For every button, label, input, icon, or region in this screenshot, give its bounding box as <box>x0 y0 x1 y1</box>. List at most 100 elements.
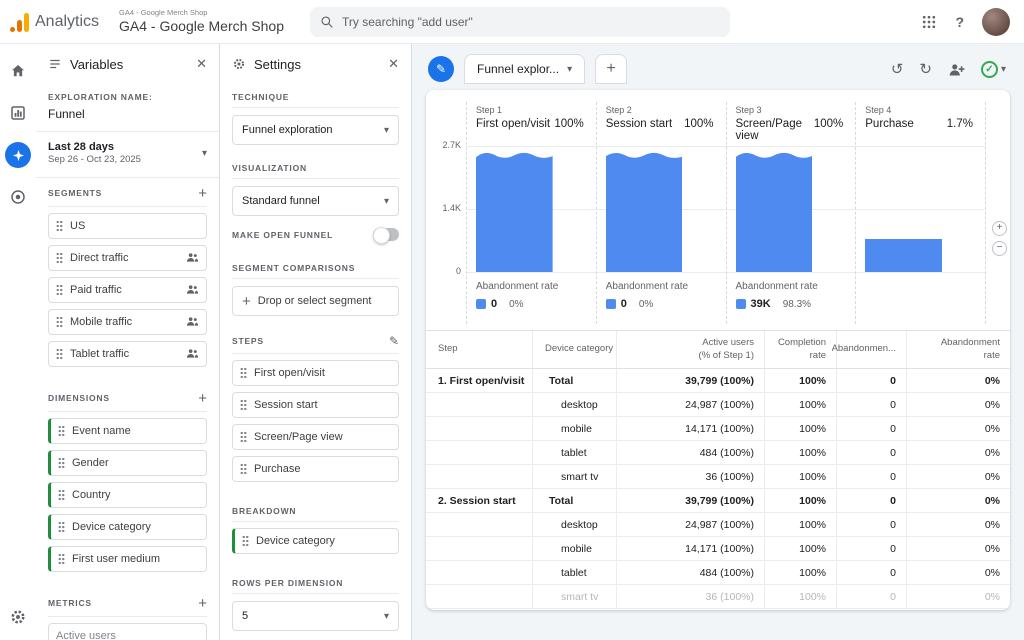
step-item[interactable]: Session start <box>232 392 399 418</box>
add-segment-icon[interactable]: + <box>198 186 207 201</box>
step-item[interactable]: First open/visit <box>232 360 399 386</box>
help-icon[interactable]: ? <box>955 14 964 30</box>
segment-item[interactable]: Direct traffic <box>48 245 207 271</box>
cell-users: 14,171 (100%) <box>616 417 764 440</box>
funnel-chart: 2.7K 1.4K 0 Step 1 First open/visit100% <box>426 90 1010 324</box>
drag-handle-icon[interactable] <box>58 489 65 501</box>
segment-item[interactable]: Mobile traffic <box>48 309 207 335</box>
cell-abandonments: 0 <box>836 441 906 464</box>
undo-icon[interactable]: ↺ <box>891 60 904 78</box>
drag-handle-icon[interactable] <box>56 316 63 328</box>
cell-abandonment-rate: 0% <box>906 465 1010 488</box>
rows-per-dimension-select[interactable]: 5 ▾ <box>232 601 399 631</box>
cell-step <box>426 441 532 464</box>
drag-handle-icon[interactable] <box>240 399 247 411</box>
legend-swatch <box>736 299 746 309</box>
date-range-selector[interactable]: Last 28 days Sep 26 - Oct 23, 2025 ▾ <box>48 140 207 167</box>
drag-handle-icon[interactable] <box>240 367 247 379</box>
dimension-item[interactable]: Country <box>48 482 207 508</box>
segment-label: Paid traffic <box>70 284 122 296</box>
step-number: Step 3 <box>736 102 856 115</box>
search-bar[interactable] <box>310 7 730 37</box>
tab-label: Funnel explor... <box>477 62 559 76</box>
drag-handle-icon[interactable] <box>58 521 65 533</box>
analytics-logo-icon <box>10 12 29 32</box>
search-input[interactable] <box>342 15 720 29</box>
user-avatar[interactable] <box>982 8 1010 36</box>
dimension-item[interactable]: Gender <box>48 450 207 476</box>
explore-icon[interactable] <box>5 142 31 168</box>
segment-item[interactable]: US <box>48 213 207 239</box>
step-name: First open/visit <box>476 118 550 130</box>
step-number: Step 4 <box>865 102 985 115</box>
segments-label: SEGMENTS <box>48 188 102 198</box>
dimension-item[interactable]: Event name <box>48 418 207 444</box>
drag-handle-icon[interactable] <box>240 463 247 475</box>
step-item[interactable]: Purchase <box>232 456 399 482</box>
drag-handle-icon[interactable] <box>56 220 63 232</box>
step-item[interactable]: Screen/Page view <box>232 424 399 450</box>
share-user-icon[interactable] <box>948 62 965 77</box>
cell-users: 39,799 (100%) <box>616 489 764 512</box>
drag-handle-icon[interactable] <box>58 553 65 565</box>
add-tab-button[interactable]: + <box>595 54 627 84</box>
advertising-icon[interactable] <box>5 184 31 210</box>
dimension-item[interactable]: Device category <box>48 514 207 540</box>
drag-handle-icon[interactable] <box>56 284 63 296</box>
drag-handle-icon[interactable] <box>240 431 247 443</box>
segment-item[interactable]: Paid traffic <box>48 277 207 303</box>
technique-select[interactable]: Funnel exploration ▾ <box>232 115 399 145</box>
drag-handle-icon[interactable] <box>58 457 65 469</box>
exploration-name-value[interactable]: Funnel <box>48 107 207 121</box>
segment-drop-target[interactable]: + Drop or select segment <box>232 286 399 316</box>
visualization-label: VISUALIZATION <box>232 163 307 173</box>
property-selector[interactable]: GA4 - Google Merch Shop GA4 - Google Mer… <box>119 9 284 34</box>
exploration-name-label: EXPLORATION NAME: <box>48 92 207 102</box>
variables-title: Variables <box>70 57 123 72</box>
cell-abandonment-rate: 0% <box>906 513 1010 536</box>
redo-icon[interactable]: ↻ <box>919 60 932 78</box>
dimension-item[interactable]: First user medium <box>48 546 207 572</box>
zoom-out-button[interactable]: − <box>992 241 1007 256</box>
drag-handle-icon[interactable] <box>56 252 63 264</box>
add-metric-icon[interactable]: + <box>198 596 207 611</box>
abandonment-pct: 98.3% <box>783 299 811 310</box>
visualization-select[interactable]: Standard funnel ▾ <box>232 186 399 216</box>
zoom-in-button[interactable]: + <box>992 221 1007 236</box>
drag-handle-icon[interactable] <box>56 348 63 360</box>
segment-comparisons-label: SEGMENT COMPARISONS <box>232 263 355 273</box>
cell-step <box>426 417 532 440</box>
segment-item[interactable]: Tablet traffic <box>48 341 207 367</box>
add-dimension-icon[interactable]: + <box>198 391 207 406</box>
apps-grid-icon[interactable] <box>921 14 937 30</box>
settings-title: Settings <box>254 57 301 72</box>
home-icon[interactable] <box>5 58 31 84</box>
close-icon[interactable]: ✕ <box>388 56 399 72</box>
admin-gear-icon[interactable] <box>5 604 31 630</box>
dimension-label: Device category <box>72 521 151 533</box>
chevron-down-icon: ▾ <box>384 611 389 622</box>
exploration-name-section: EXPLORATION NAME: Funnel <box>36 84 219 132</box>
table-row: mobile 14,171 (100%) 100% 0 0% <box>426 537 1010 561</box>
metric-item[interactable]: Active users <box>48 623 207 640</box>
table-header-row: Step Device category Active users(% of S… <box>426 331 1010 369</box>
drag-handle-icon[interactable] <box>58 425 65 437</box>
edit-steps-icon[interactable]: ✎ <box>389 334 399 348</box>
funnel-step-column: Step 2 Session start100% Abandonment rat… <box>596 102 726 324</box>
cell-abandonment-rate: 0% <box>906 489 1010 512</box>
visualization-section: VISUALIZATION Standard funnel ▾ MAKE OPE… <box>220 155 411 255</box>
rows-per-dimension-section: ROWS PER DIMENSION 5 ▾ SHOW ELAPSED TIME <box>220 570 411 640</box>
col-step: Step <box>426 331 532 368</box>
drag-handle-icon[interactable] <box>242 535 249 547</box>
open-funnel-toggle[interactable] <box>373 228 399 241</box>
cell-step <box>426 537 532 560</box>
edit-exploration-icon[interactable]: ✎ <box>428 56 454 82</box>
tab-funnel-exploration[interactable]: Funnel explor... ▾ <box>464 54 585 84</box>
table-row: mobile 14,171 (100%) 100% 0 0% <box>426 417 1010 441</box>
col-abandonment-rate: Abandonmentrate <box>906 331 1010 368</box>
cell-completion: 100% <box>764 585 836 608</box>
close-icon[interactable]: ✕ <box>196 56 207 72</box>
saved-status-button[interactable]: ✓ ▾ <box>981 61 1006 78</box>
reports-icon[interactable] <box>5 100 31 126</box>
breakdown-item[interactable]: Device category <box>232 528 399 554</box>
